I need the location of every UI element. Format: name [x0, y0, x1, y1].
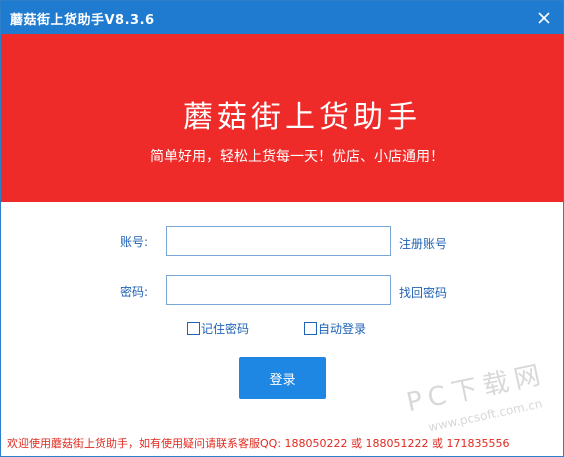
- recover-password-link[interactable]: 找回密码: [399, 284, 447, 301]
- banner: 蘑菇街上货助手 简单好用，轻松上货每一天！优店、小店通用！: [1, 34, 563, 202]
- watermark: PC下载网 www.pcsoft.com.cn: [401, 361, 551, 431]
- banner-title: 蘑菇街上货助手: [183, 100, 421, 135]
- auto-login-checkbox[interactable]: 自动登录: [304, 320, 366, 336]
- auto-login-label: 自动登录: [318, 322, 367, 336]
- close-icon: [538, 12, 550, 24]
- account-input[interactable]: [166, 226, 391, 256]
- window-title: 蘑菇街上货助手V8.3.6: [10, 13, 155, 28]
- checkbox-box[interactable]: [304, 322, 317, 335]
- password-label: 密码:: [120, 285, 149, 299]
- account-label: 账号:: [120, 235, 149, 249]
- title-bar[interactable]: 蘑菇街上货助手V8.3.6: [1, 1, 563, 34]
- login-window: 蘑菇街上货助手V8.3.6 蘑菇街上货助手 简单好用，轻松上货每一天！优店、小店…: [0, 0, 564, 457]
- remember-password-label: 记住密码: [201, 322, 250, 336]
- register-account-link[interactable]: 注册账号: [399, 235, 447, 252]
- password-input[interactable]: [166, 275, 391, 305]
- remember-password-checkbox[interactable]: 记住密码: [187, 320, 249, 336]
- login-button[interactable]: 登录: [239, 357, 326, 399]
- banner-subtitle: 简单好用，轻松上货每一天！优店、小店通用！: [150, 149, 444, 165]
- footer-contact-text: 欢迎使用蘑菇街上货助手，如有使用疑问请联系客服QQ: 188050222 或 1…: [7, 437, 510, 450]
- checkbox-box[interactable]: [187, 322, 200, 335]
- close-button[interactable]: [531, 5, 557, 31]
